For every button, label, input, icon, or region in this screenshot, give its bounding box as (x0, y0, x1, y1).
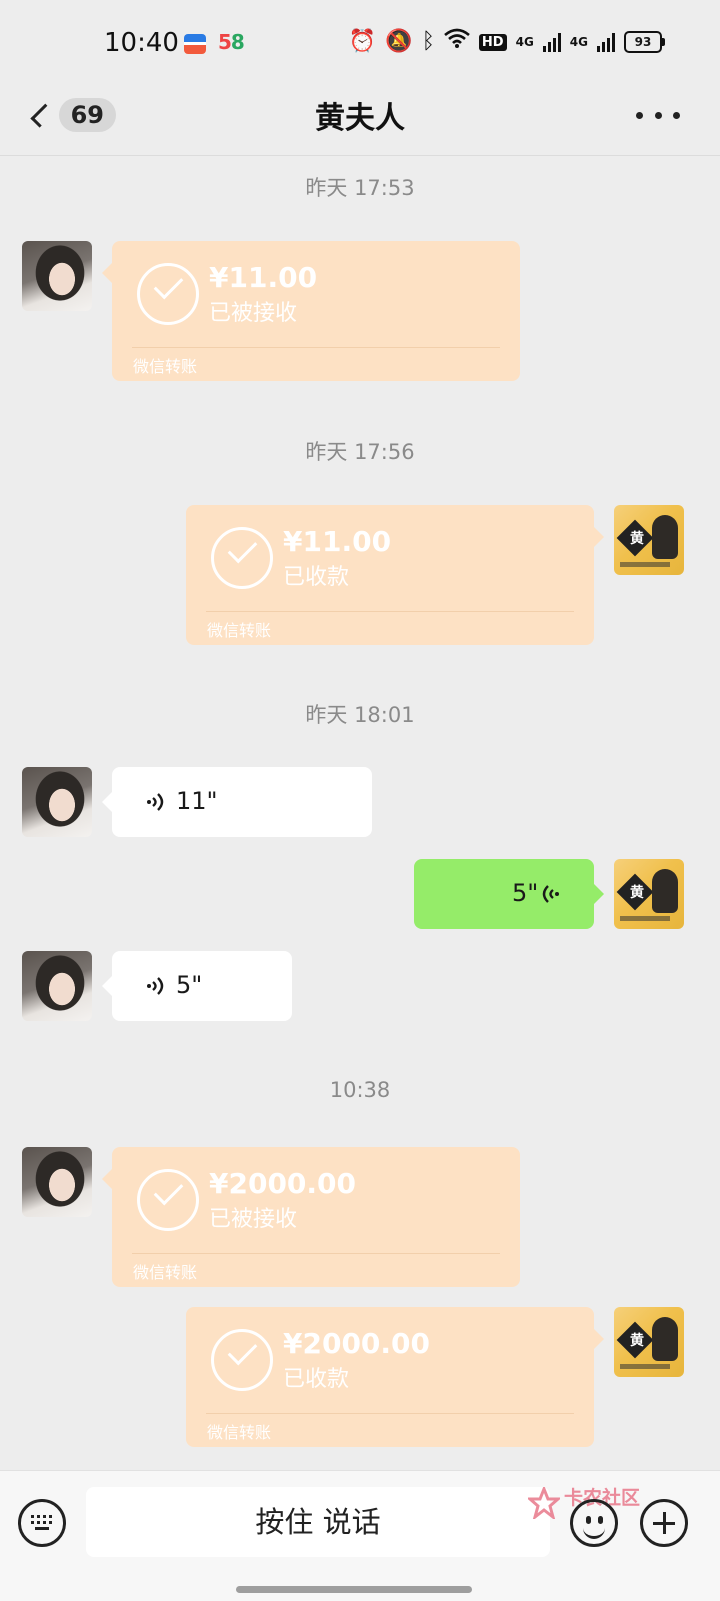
card-divider (132, 1253, 500, 1254)
card-divider (206, 1413, 574, 1414)
card-divider (206, 611, 574, 612)
transfer-footer: 微信转账 (133, 357, 198, 376)
header-divider (0, 155, 720, 156)
card-divider (132, 347, 500, 348)
chat-header: 69 黄夫人 (0, 75, 720, 155)
check-circle-icon (211, 1329, 273, 1391)
check-circle-icon (137, 263, 199, 325)
bluetooth-icon: ᛒ (421, 29, 435, 54)
transfer-card[interactable]: ¥2000.00 已收款 微信转账 (186, 1307, 604, 1447)
voice-wave-icon (147, 977, 164, 995)
check-circle-icon (137, 1169, 199, 1231)
wifi-icon (444, 28, 470, 56)
transfer-status: 已被接收 (209, 301, 298, 326)
more-options-button[interactable] (636, 103, 680, 127)
transfer-status: 已被接收 (209, 1207, 298, 1232)
message-timestamp: 昨天 18:01 (305, 703, 415, 727)
voice-duration: 11" (176, 787, 218, 815)
check-circle-icon (211, 527, 273, 589)
voice-wave-icon (147, 793, 164, 811)
keyboard-icon (31, 1515, 53, 1531)
wallet-app-icon (184, 34, 206, 54)
status-time: 10:40 (104, 28, 179, 58)
transfer-amount: ¥2000.00 (283, 1327, 431, 1360)
voice-message[interactable]: 11" (102, 767, 372, 837)
chat-title: 黄夫人 (315, 101, 405, 136)
signal-icon-1 (542, 32, 561, 52)
voice-duration: 5" (176, 971, 203, 999)
chat-input-bar: 按住 说话 卡农社区 (0, 1470, 720, 1601)
mute-bell-icon: 🔕 (385, 29, 413, 54)
transfer-footer: 微信转账 (133, 1263, 198, 1282)
transfer-footer: 微信转账 (207, 621, 272, 640)
transfer-amount: ¥2000.00 (209, 1167, 357, 1200)
message-timestamp: 10:38 (329, 1078, 391, 1102)
battery-icon: 93 (624, 31, 665, 53)
my-avatar[interactable]: 黄 (614, 505, 684, 575)
watermark-logo-icon (528, 1487, 560, 1519)
voice-message[interactable]: 5" (102, 951, 292, 1021)
network-type-1: 4G (515, 35, 534, 49)
emoji-icon (586, 1516, 591, 1524)
hd-voice-icon: HD (478, 33, 507, 51)
emoji-button[interactable] (570, 1499, 618, 1547)
app-58-icon: 58 (218, 30, 245, 54)
voice-wave-icon (542, 885, 559, 903)
alarm-icon: ⏰ (348, 29, 377, 54)
network-type-2: 4G (569, 35, 588, 49)
home-indicator[interactable] (236, 1586, 472, 1593)
my-avatar[interactable]: 黄 (614, 859, 684, 929)
voice-message[interactable]: 5" (414, 859, 604, 929)
keyboard-toggle-button[interactable] (18, 1499, 66, 1547)
message-timestamp: 昨天 17:56 (305, 440, 415, 464)
transfer-amount: ¥11.00 (283, 525, 392, 558)
transfer-status: 已收款 (283, 565, 350, 590)
transfer-card[interactable]: ¥11.00 已收款 微信转账 (186, 505, 604, 645)
transfer-footer: 微信转账 (207, 1423, 272, 1442)
more-functions-button[interactable] (640, 1499, 688, 1547)
status-icons: ⏰ 🔕 ᛒ HD 4G 4G 93 (348, 28, 665, 56)
transfer-status: 已收款 (283, 1367, 350, 1392)
contact-avatar[interactable] (22, 1147, 92, 1217)
hold-to-talk-button[interactable]: 按住 说话 (86, 1487, 550, 1557)
transfer-card[interactable]: ¥2000.00 已被接收 微信转账 (102, 1147, 520, 1287)
message-timestamp: 昨天 17:53 (305, 176, 415, 200)
signal-icon-2 (597, 32, 615, 52)
my-avatar[interactable]: 黄 (614, 1307, 684, 1377)
transfer-card[interactable]: ¥11.00 已被接收 微信转账 (102, 241, 520, 381)
voice-duration: 5" (512, 879, 539, 907)
transfer-amount: ¥11.00 (209, 261, 318, 294)
contact-avatar[interactable] (22, 241, 92, 311)
contact-avatar[interactable] (22, 951, 92, 1021)
contact-avatar[interactable] (22, 767, 92, 837)
